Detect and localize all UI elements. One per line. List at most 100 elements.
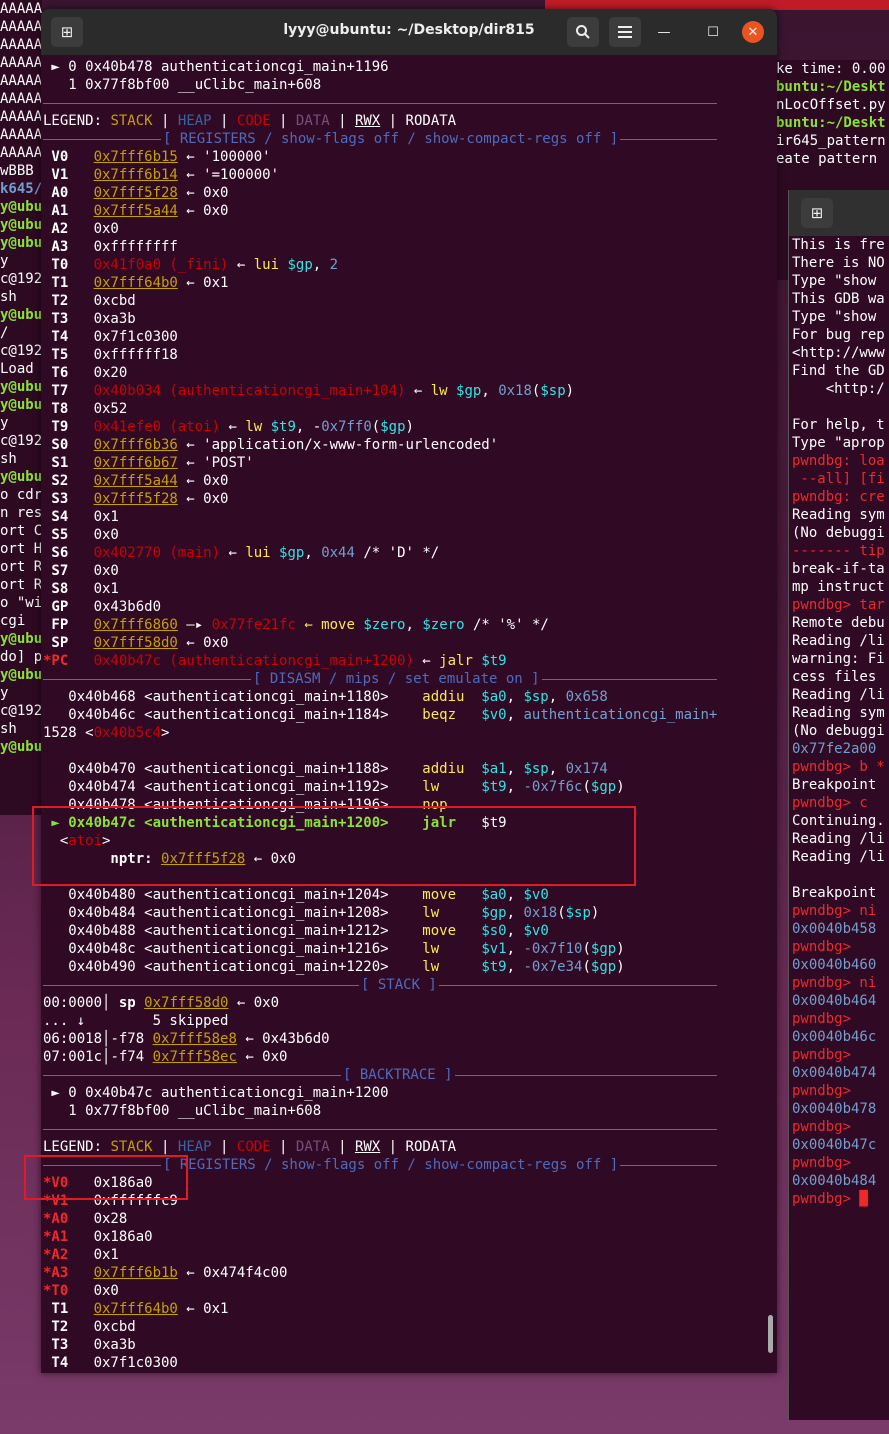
register-value: 0xa3b bbox=[93, 311, 136, 327]
terminal-line: A2 0x0 bbox=[43, 220, 717, 238]
register-pointer: 0x7fff6b36 bbox=[93, 437, 178, 453]
bg-line: do] p bbox=[0, 649, 42, 665]
bg-line: c@192 bbox=[0, 271, 42, 287]
register-name: A3 bbox=[43, 239, 94, 255]
bg-line: k645/ bbox=[0, 181, 42, 197]
register-pointer: 0x7fff58d0 bbox=[93, 635, 178, 651]
register-code-pointer: 0x402770 (main) bbox=[93, 545, 221, 561]
disasm-address: 0x40b474 <authenticationcgi_main+1192> bbox=[43, 779, 389, 795]
stack-register: -f74 bbox=[110, 1049, 153, 1065]
register-name: SP bbox=[43, 635, 94, 651]
register-deref: ← 0x0 bbox=[177, 473, 229, 489]
stack-register: -f78 bbox=[110, 1031, 153, 1047]
terminal-line: T8 0x52 bbox=[43, 400, 717, 418]
bg-line: y bbox=[0, 415, 9, 431]
bg-line: Continuing. bbox=[792, 813, 885, 829]
register-value: 0x7f1c0300 bbox=[93, 1355, 178, 1371]
hamburger-menu-icon[interactable] bbox=[609, 17, 641, 47]
terminal-line: ... ↓ 5 skipped bbox=[43, 1012, 717, 1030]
bg-line: c@192 bbox=[0, 343, 42, 359]
terminal-line: *T0 0x0 bbox=[43, 1282, 717, 1300]
register-value: 0x1 bbox=[93, 509, 119, 525]
register-name: S7 bbox=[43, 563, 94, 579]
close-icon[interactable]: ✕ bbox=[742, 21, 764, 43]
backtrace-entry: ► 0 0x40b47c authenticationcgi_main+1200 bbox=[43, 1085, 389, 1101]
register-deref: ← bbox=[220, 545, 246, 561]
disasm-operands: $a0, $v0 bbox=[481, 887, 549, 903]
bg-line: For bug rep bbox=[792, 327, 885, 343]
stack-register: sp bbox=[118, 995, 145, 1011]
bg-line: Remote debu bbox=[792, 615, 885, 631]
bg-line: sh bbox=[0, 721, 17, 737]
disasm-mnemonic: lw bbox=[388, 941, 440, 957]
bg-line: y@ubu bbox=[0, 469, 42, 485]
separator-rule bbox=[43, 1129, 718, 1130]
new-tab-icon: ⊞ bbox=[801, 198, 833, 228]
bg-line: nLocOffset.py bbox=[776, 97, 886, 113]
bg-line: cgi bbox=[0, 613, 26, 629]
bg-line: Reading /li bbox=[792, 849, 885, 865]
stack-pointer: 0x7fff58d0 bbox=[144, 995, 229, 1011]
terminal-line: 0x40b468 <authenticationcgi_main+1180> a… bbox=[43, 688, 717, 706]
terminal-line: T7 0x40b034 (authenticationcgi_main+104)… bbox=[43, 382, 717, 400]
register-value: 0xffffffff bbox=[93, 239, 178, 255]
register-value: 0xffffff18 bbox=[93, 347, 178, 363]
maximize-icon[interactable]: ☐ bbox=[702, 21, 724, 43]
bg-line: Load bbox=[0, 361, 34, 377]
bg-line: <http://www bbox=[792, 345, 885, 361]
legend-label: LEGEND: bbox=[43, 1139, 111, 1155]
terminal-line: T1 0x7fff64b0 ← 0x1 bbox=[43, 1300, 717, 1318]
register-code-pointer: 0x77fe21fc bbox=[211, 617, 296, 633]
bg-line: Type "show bbox=[792, 273, 885, 289]
terminal-line: S8 0x1 bbox=[43, 580, 717, 598]
disasm-address: 0x40b48c <authenticationcgi_main+1216> bbox=[43, 941, 389, 957]
register-deref: ← bbox=[413, 653, 440, 669]
bg-line: pwndbg> c bbox=[792, 795, 868, 811]
bg-line: pwndbg> ni bbox=[792, 903, 877, 919]
stack-value: ← 0x0 bbox=[236, 1049, 288, 1065]
stack-value: ← 0x43b6d0 bbox=[236, 1031, 330, 1047]
register-pointer: 0x7fff64b0 bbox=[93, 1301, 178, 1317]
scrollbar[interactable] bbox=[768, 1315, 773, 1353]
minimize-icon[interactable]: — bbox=[653, 21, 675, 43]
bg-line: Reading /li bbox=[792, 831, 885, 847]
terminal-line: 0x40b46c <authenticationcgi_main+1184> b… bbox=[43, 706, 717, 724]
section-header: [ REGISTERS / show-flags off / show-comp… bbox=[161, 130, 621, 148]
terminal-line: S7 0x0 bbox=[43, 562, 717, 580]
legend-stack: STACK bbox=[110, 1139, 153, 1155]
terminal-line: 0x40b488 <authenticationcgi_main+1212> m… bbox=[43, 922, 717, 940]
terminal-line: S5 0x0 bbox=[43, 526, 717, 544]
terminal-line: *A2 0x1 bbox=[43, 1246, 717, 1264]
legend-heap: HEAP bbox=[177, 113, 212, 129]
register-value: 0x0 bbox=[93, 527, 119, 543]
bg-line: buntu:~/Deskt bbox=[776, 79, 886, 95]
terminal-line: *A3 0x7fff6b1b ← 0x474f4c00 bbox=[43, 1264, 717, 1282]
register-value: 0x0 bbox=[93, 1283, 119, 1299]
register-name: *A3 bbox=[43, 1265, 94, 1281]
bg-line: y bbox=[0, 253, 9, 269]
terminal-line: 0x40b490 <authenticationcgi_main+1220> l… bbox=[43, 958, 717, 976]
disasm-operands: $gp, 0x18($sp) bbox=[481, 905, 600, 921]
bg-line: o cdr bbox=[0, 487, 42, 503]
register-name: T2 bbox=[43, 293, 94, 309]
search-icon[interactable] bbox=[567, 17, 599, 47]
backtrace-entry: 1 0x77f8bf00 __uClibc_main+608 bbox=[43, 77, 322, 93]
register-name: A1 bbox=[43, 203, 94, 219]
disasm-mnemonic: move bbox=[388, 923, 457, 939]
bg-line: sh bbox=[0, 289, 17, 305]
legend-code: CODE bbox=[236, 113, 271, 129]
legend-sep: | bbox=[152, 1139, 178, 1155]
register-pointer: 0x7fff64b0 bbox=[93, 275, 178, 291]
bg-line: ort C bbox=[0, 523, 42, 539]
bg-line: 0x0040b474 bbox=[792, 1065, 885, 1081]
terminal-line: 00:0000│ sp 0x7fff58d0 ← 0x0 bbox=[43, 994, 717, 1012]
bg-line: AAAAA bbox=[0, 19, 42, 35]
register-name: *A2 bbox=[43, 1247, 94, 1263]
bg-line: pwndbg> tar bbox=[792, 597, 885, 613]
bg-line: Type "aprop bbox=[792, 435, 885, 451]
instruction-mnemonic: jalr bbox=[439, 653, 473, 669]
bg-line: eate pattern bbox=[776, 151, 886, 167]
register-name: A2 bbox=[43, 221, 94, 237]
terminal-line: 0x40b474 <authenticationcgi_main+1192> l… bbox=[43, 778, 717, 796]
register-deref: ← 0x0 bbox=[177, 185, 229, 201]
